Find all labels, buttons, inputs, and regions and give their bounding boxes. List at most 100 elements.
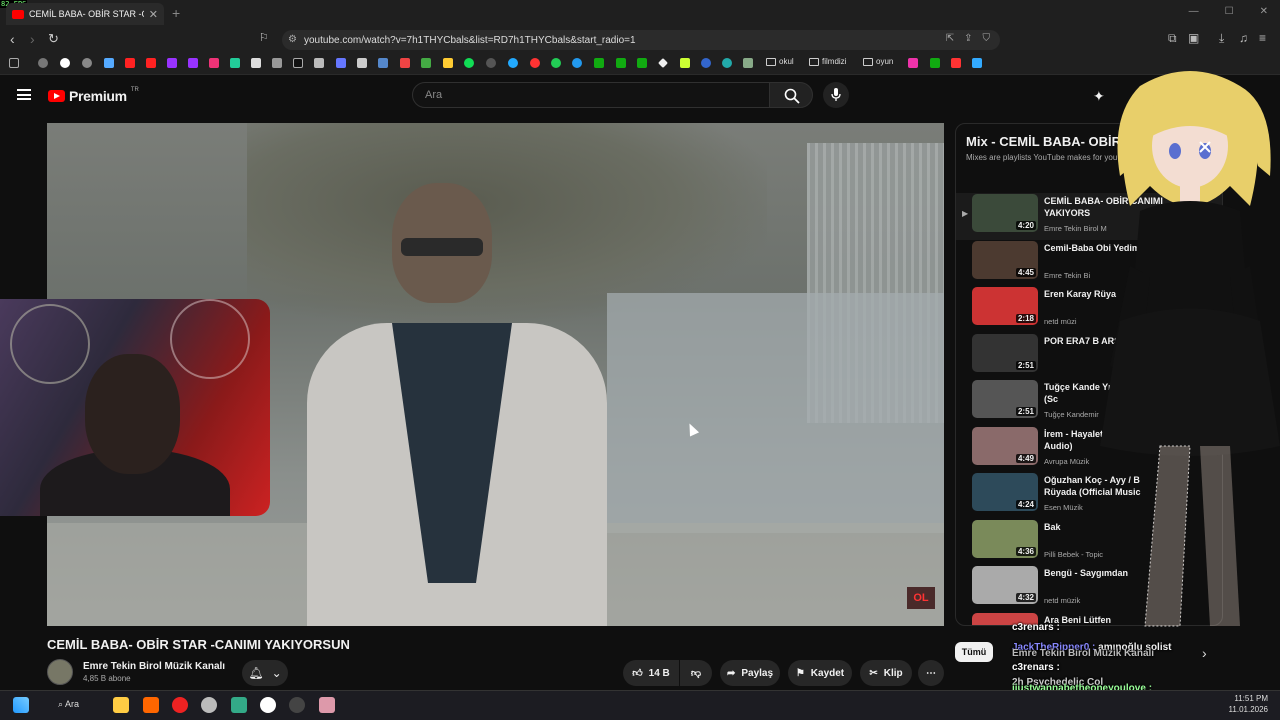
playlist-thumbnail[interactable]: 2:18 (972, 287, 1038, 325)
system-clock[interactable]: 11:51 PM 11.01.2026 (1229, 693, 1268, 715)
bookmark-site-icon[interactable] (722, 58, 732, 68)
extensions-icon[interactable]: ⧉ (1168, 31, 1177, 46)
menu-icon[interactable]: ≡ (1259, 31, 1266, 45)
voice-search-button[interactable] (823, 82, 849, 108)
url-field[interactable]: ⚙ youtube.com/watch?v=7h1THYCbals&list=R… (282, 30, 1000, 50)
site-info-icon[interactable]: ⚙ (288, 34, 297, 45)
minimize-icon[interactable]: — (1189, 6, 1199, 17)
close-window-icon[interactable]: ✕ (1260, 6, 1268, 17)
playlist-thumbnail[interactable]: 4:32 (972, 566, 1038, 604)
app-icon[interactable] (201, 697, 217, 713)
playlist-thumbnail[interactable]: 4:24 (972, 473, 1038, 511)
history-icon[interactable] (38, 58, 48, 68)
apps-icon[interactable] (9, 58, 19, 68)
twitch-icon[interactable] (167, 58, 177, 68)
more-actions-button[interactable]: ⋯ (918, 660, 944, 686)
reload-icon[interactable]: ↻ (48, 31, 59, 47)
maximize-icon[interactable]: ☐ (1225, 6, 1234, 17)
app-icon[interactable] (319, 697, 335, 713)
playlist-thumbnail[interactable]: 4:36 (972, 519, 1038, 558)
bookmark-site-icon[interactable] (508, 58, 518, 68)
app-icon[interactable] (231, 697, 247, 713)
google-icon[interactable] (60, 58, 70, 68)
youtube-bookmark-icon[interactable] (146, 58, 156, 68)
bookmark-site-icon[interactable] (378, 58, 388, 68)
bookmark-site-icon[interactable] (680, 58, 690, 68)
chat-filter-all[interactable]: Tümü (955, 642, 993, 662)
playlist-thumbnail[interactable]: 4:49 (972, 426, 1038, 465)
bookmark-site-icon[interactable] (272, 58, 282, 68)
bookmark-site-icon[interactable] (530, 58, 540, 68)
spotify-icon[interactable] (464, 58, 474, 68)
x-icon[interactable] (251, 58, 261, 68)
search-button[interactable] (769, 82, 813, 108)
bookmark-site-icon[interactable] (972, 58, 982, 68)
bookmark-site-icon[interactable] (930, 58, 940, 68)
bookmark-site-icon[interactable] (616, 58, 626, 68)
dislike-button[interactable]: 👎︎ (680, 660, 712, 686)
bookmark-site-icon[interactable] (486, 58, 496, 68)
bookmark-site-icon[interactable] (637, 58, 647, 68)
search-icon (784, 88, 800, 104)
whatsapp-icon[interactable] (551, 58, 561, 68)
sidebar-icon[interactable]: ▣ (1188, 31, 1199, 45)
channel-avatar[interactable] (47, 659, 73, 685)
discord-icon[interactable] (336, 58, 346, 68)
bookmark-site-icon[interactable] (314, 58, 324, 68)
instagram-icon[interactable] (209, 58, 219, 68)
playlist-thumbnail[interactable]: 4:20 (972, 194, 1038, 232)
save-button[interactable]: ⚑ Kaydet (788, 660, 852, 686)
bookmark-site-icon[interactable] (951, 58, 961, 68)
youtube-logo[interactable]: Premium TR (48, 87, 139, 104)
playlist-thumbnail[interactable]: 2:51 (972, 380, 1038, 418)
channel-watermark[interactable]: OL (907, 587, 935, 609)
media-player-icon[interactable] (172, 697, 188, 713)
bookmark-site-icon[interactable] (230, 58, 240, 68)
bookmark-icon[interactable]: ⚐ (259, 31, 269, 44)
bookmark-site-icon[interactable] (443, 58, 453, 68)
twitch-icon[interactable] (188, 58, 198, 68)
share-button[interactable]: ➦ Paylaş (720, 660, 780, 686)
shield-icon[interactable]: ⛉ (983, 33, 991, 44)
bookmark-site-icon[interactable] (908, 58, 918, 68)
bookmark-site-icon[interactable] (743, 58, 753, 68)
channel-info[interactable]: Emre Tekin Birol Müzik Kanalı 4,85 B abo… (47, 659, 225, 685)
bookmark-site-icon[interactable] (701, 58, 711, 68)
bookmark-site-icon[interactable] (357, 58, 367, 68)
browser-tab[interactable]: CEMİL BABA- OBİR STAR -CA ✕ (6, 3, 164, 25)
notification-bell-button[interactable]: 🔔︎ ⌄ (242, 660, 288, 686)
start-icon[interactable] (13, 697, 29, 713)
playlist-thumbnail[interactable]: 4:45 (972, 240, 1038, 279)
share-icon[interactable]: ⇪ (964, 33, 972, 44)
bookmark-site-icon[interactable] (594, 58, 604, 68)
tiktok-icon[interactable] (293, 58, 303, 68)
chevron-right-icon[interactable]: › (1202, 645, 1207, 661)
drive-icon[interactable] (421, 58, 431, 68)
youtube-bookmark-icon[interactable] (125, 58, 135, 68)
bookmark-folder-okul[interactable]: okul (766, 57, 794, 66)
bookmark-folder-oyun[interactable]: oyun (863, 57, 893, 66)
forward-icon[interactable]: › (30, 31, 35, 47)
brave-icon[interactable] (143, 697, 159, 713)
gmail-icon[interactable] (400, 58, 410, 68)
taskbar-search[interactable]: ⌕ Ara (58, 699, 79, 710)
bookmark-site-icon[interactable] (82, 58, 92, 68)
app-icon[interactable] (260, 697, 276, 713)
like-button[interactable]: 👍︎ 14 B (623, 660, 679, 686)
file-explorer-icon[interactable] (113, 697, 129, 713)
hamburger-menu-icon[interactable] (17, 89, 31, 100)
back-icon[interactable]: ‹ (10, 31, 15, 47)
clip-button[interactable]: ✂ Klip (860, 660, 912, 686)
telegram-icon[interactable] (572, 58, 582, 68)
search-input[interactable]: Ara (412, 82, 770, 108)
download-icon[interactable]: ⤓ (1219, 31, 1224, 46)
channel-name[interactable]: Emre Tekin Birol Müzik Kanalı (83, 661, 225, 672)
media-icon[interactable]: ♫ (1239, 31, 1248, 45)
playlist-thumbnail[interactable]: 2:51 (972, 333, 1038, 372)
new-tab-icon[interactable]: + (172, 5, 180, 21)
close-tab-icon[interactable]: ✕ (149, 8, 158, 21)
bookmark-site-icon[interactable] (104, 58, 114, 68)
open-external-icon[interactable]: ⇱ (946, 33, 954, 44)
obs-icon[interactable] (289, 697, 305, 713)
bookmark-folder-filmdizi[interactable]: filmdizi (809, 57, 846, 66)
